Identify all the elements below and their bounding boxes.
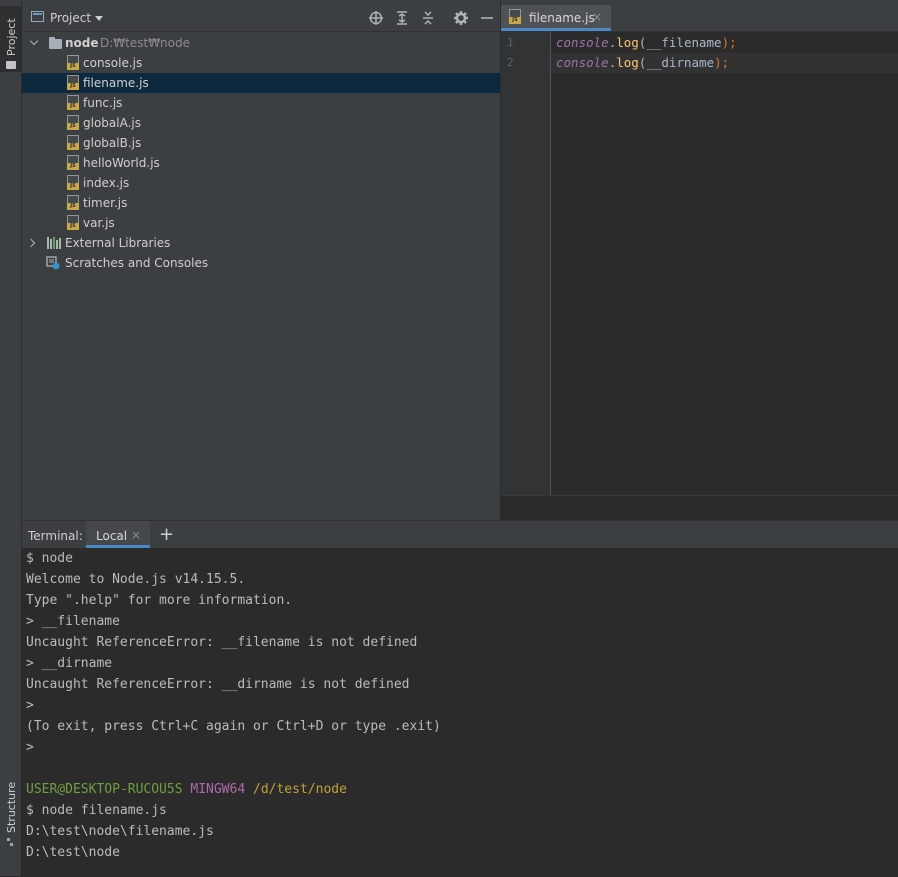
terminal-line: > __dirname: [26, 656, 113, 671]
terminal-title: Terminal:: [28, 529, 83, 543]
terminal-line: Uncaught ReferenceError: __dirname is no…: [26, 677, 410, 692]
code-editor: JS filename.js × 1 console.log(__filename…: [501, 0, 898, 521]
gear-icon[interactable]: [453, 10, 469, 26]
tree-file-label: index.js: [83, 176, 130, 190]
editor-tab-filename[interactable]: JS filename.js ×: [501, 5, 611, 31]
code-line[interactable]: console.log(__filename);: [556, 33, 737, 53]
terminal-tab-label: Local: [96, 529, 128, 543]
js-file-icon: JS: [67, 95, 79, 110]
chevron-down-icon[interactable]: [95, 16, 103, 21]
tree-external-libraries[interactable]: External Libraries: [22, 233, 500, 253]
folder-icon: [6, 61, 16, 69]
structure-tool-tab[interactable]: Structure: [5, 782, 18, 833]
js-file-icon: JS: [67, 135, 79, 150]
expand-all-icon[interactable]: [394, 10, 410, 26]
library-icon: [47, 237, 61, 249]
prompt-path: /d/test/node: [253, 782, 347, 797]
js-file-icon: JS: [67, 215, 79, 230]
terminal-line: >: [26, 740, 34, 755]
prompt-user: USER@DESKTOP-RUCOU5S: [26, 782, 183, 797]
js-file-icon: JS: [67, 115, 79, 130]
tree-file-item[interactable]: JS timer.js: [22, 193, 500, 213]
tree-file-label: globalB.js: [83, 136, 142, 150]
editor-tab-label: filename.js: [529, 11, 595, 25]
line-number-gutter: [501, 31, 551, 495]
folder-icon: [49, 37, 62, 49]
tree-file-label: helloWorld.js: [83, 156, 160, 170]
close-icon[interactable]: ×: [131, 528, 141, 542]
tree-file-item[interactable]: JS filename.js: [22, 73, 500, 93]
locate-icon[interactable]: [368, 10, 384, 26]
tree-file-label: func.js: [83, 96, 123, 110]
terminal-line: >: [26, 698, 34, 713]
editor-horizontal-scroll[interactable]: [501, 495, 898, 521]
tree-file-item[interactable]: JS console.js: [22, 53, 500, 73]
js-file-icon: JS: [67, 195, 79, 210]
code-argument: __dirname: [646, 55, 715, 70]
tree-file-label: console.js: [83, 56, 143, 70]
project-tool-tab-label: Project: [5, 18, 18, 56]
tree-file-item[interactable]: JS index.js: [22, 173, 500, 193]
js-file-icon: JS: [67, 155, 79, 170]
terminal-prompt: USER@DESKTOP-RUCOU5S MINGW64 /d/test/nod…: [26, 779, 347, 800]
terminal-line: D:\test\node\filename.js: [26, 824, 214, 839]
minimize-icon[interactable]: [479, 10, 495, 26]
js-file-icon: JS: [509, 9, 521, 24]
tree-file-label: var.js: [83, 216, 115, 230]
project-window-icon: [31, 11, 44, 22]
tree-file-label: filename.js: [83, 76, 149, 90]
project-title[interactable]: Project: [50, 11, 91, 25]
code-close: );: [714, 55, 730, 70]
root-folder-name: node: [65, 36, 99, 50]
root-folder-path: D:₩test₩node: [100, 36, 191, 50]
tree-file-label: timer.js: [83, 196, 128, 210]
editor-tab-bar: JS filename.js ×: [501, 0, 898, 32]
project-panel: Project node D:₩test₩node JS console.js …: [22, 0, 500, 520]
code-close: );: [721, 35, 737, 50]
terminal-tab-local[interactable]: Local ×: [86, 521, 150, 548]
external-libraries-label: External Libraries: [65, 236, 171, 250]
code-object: console: [556, 55, 609, 70]
close-icon[interactable]: ×: [592, 10, 602, 24]
collapse-all-icon[interactable]: [420, 10, 436, 26]
structure-icon: [7, 838, 13, 846]
terminal-line: Welcome to Node.js v14.15.5.: [26, 572, 246, 587]
new-terminal-button[interactable]: +: [159, 524, 174, 545]
tree-root-node[interactable]: node D:₩test₩node: [22, 33, 500, 53]
terminal-line: D:\test\node: [26, 845, 120, 860]
js-file-icon: JS: [67, 75, 79, 90]
terminal-line: $ node: [26, 551, 73, 566]
tree-file-item[interactable]: JS helloWorld.js: [22, 153, 500, 173]
tree-file-item[interactable]: JS var.js: [22, 213, 500, 233]
code-method: log: [616, 55, 639, 70]
project-tool-tab[interactable]: Project: [0, 6, 21, 72]
terminal-line: Uncaught ReferenceError: __filename is n…: [26, 635, 418, 650]
tree-file-item[interactable]: JS globalA.js: [22, 113, 500, 133]
scratches-icon: [46, 256, 60, 270]
code-argument: __filename: [646, 35, 722, 50]
scratches-label: Scratches and Consoles: [65, 256, 209, 270]
terminal-toolbar: Terminal: Local × +: [22, 521, 898, 548]
prompt-shell: MINGW64: [190, 782, 246, 797]
terminal-line: Type ".help" for more information.: [26, 593, 293, 608]
code-method: log: [616, 35, 639, 50]
terminal-line: (To exit, press Ctrl+C again or Ctrl+D o…: [26, 719, 441, 734]
js-file-icon: JS: [67, 175, 79, 190]
line-number: 2: [507, 56, 514, 69]
tree-scratches[interactable]: Scratches and Consoles: [22, 253, 500, 273]
chevron-down-icon[interactable]: [29, 36, 39, 46]
terminal-line: > __filename: [26, 614, 120, 629]
code-object: console: [556, 35, 609, 50]
tree-file-item[interactable]: JS globalB.js: [22, 133, 500, 153]
tree-file-item[interactable]: JS func.js: [22, 93, 500, 113]
left-tool-stripe: Project Structure: [0, 0, 22, 876]
terminal-panel: Terminal: Local × + $ node Welcome to Nod…: [22, 520, 898, 877]
terminal-line: $ node filename.js: [26, 803, 167, 818]
line-number: 1: [507, 36, 514, 49]
js-file-icon: JS: [67, 55, 79, 70]
chevron-right-icon[interactable]: [26, 238, 36, 248]
tree-file-label: globalA.js: [83, 116, 141, 130]
project-header: Project: [22, 0, 500, 32]
code-line[interactable]: console.log(__dirname);: [556, 53, 729, 73]
